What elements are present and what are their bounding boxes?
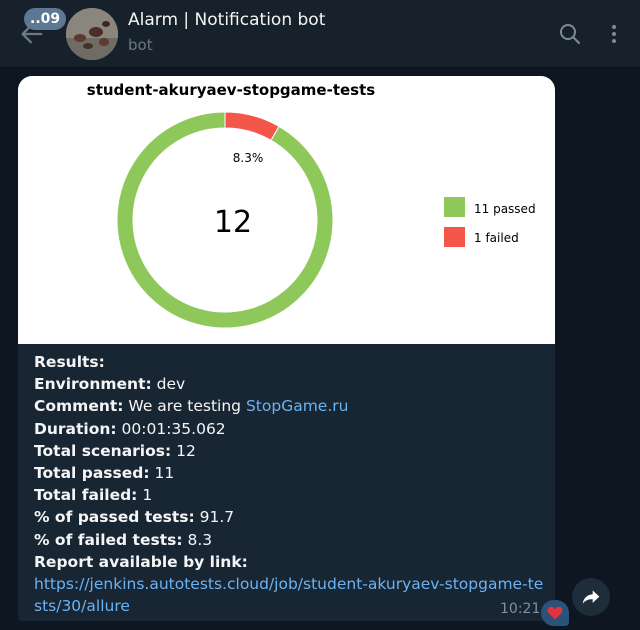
- search-icon[interactable]: [558, 22, 582, 46]
- chart-image[interactable]: student-akuryaev-stopgame-tests 8.3% 12 …: [18, 76, 555, 344]
- more-options-icon[interactable]: [602, 22, 626, 46]
- total-passed-line: Total passed: 11: [34, 464, 175, 483]
- chart-title: student-akuryaev-stopgame-tests: [87, 81, 375, 99]
- chat-subtitle: bot: [128, 36, 153, 54]
- message-bubble[interactable]: student-akuryaev-stopgame-tests 8.3% 12 …: [18, 76, 555, 621]
- test-results-donut-chart: student-akuryaev-stopgame-tests 8.3% 12 …: [87, 81, 536, 329]
- legend-label-failed: 1 failed: [474, 231, 519, 245]
- total-failed-line: Total failed: 1: [34, 486, 153, 505]
- pct-passed-line: % of passed tests: 91.7: [34, 508, 235, 527]
- reaction-badge[interactable]: [541, 600, 569, 626]
- total-scenarios-line: Total scenarios: 12: [34, 441, 196, 460]
- duration-line: Duration: 00:01:35.062: [34, 419, 226, 438]
- avatar[interactable]: [66, 8, 118, 60]
- message-time: 10:21: [500, 601, 541, 617]
- legend-swatch-failed: [444, 227, 465, 247]
- message-text: Results: Environment: dev Comment: We ar…: [34, 351, 544, 617]
- legend-label-passed: 11 passed: [474, 202, 536, 216]
- unread-count-badge: ..09: [24, 8, 67, 30]
- comment-line: Comment: We are testing StopGame.ru: [34, 397, 349, 416]
- report-link[interactable]: https://jenkins.autotests.cloud/job/stud…: [34, 573, 544, 617]
- heart-icon: [547, 606, 563, 620]
- chat-title: Alarm | Notification bot: [128, 10, 326, 30]
- forward-arrow-icon: [582, 590, 600, 604]
- environment-line: Environment: dev: [34, 375, 186, 394]
- stopgame-link[interactable]: StopGame.ru: [246, 397, 349, 415]
- failed-percent-label: 8.3%: [233, 151, 264, 165]
- report-label-line: Report available by link:: [34, 552, 248, 571]
- forward-button[interactable]: [572, 578, 610, 616]
- chart-center-label: 12: [214, 205, 252, 240]
- legend-swatch-passed: [444, 197, 465, 217]
- slice-failed: [224, 111, 280, 142]
- results-heading: Results:: [34, 353, 105, 371]
- pct-failed-line: % of failed tests: 8.3: [34, 530, 213, 549]
- chat-header: ..09 Alarm | Notification bot bot: [0, 0, 640, 68]
